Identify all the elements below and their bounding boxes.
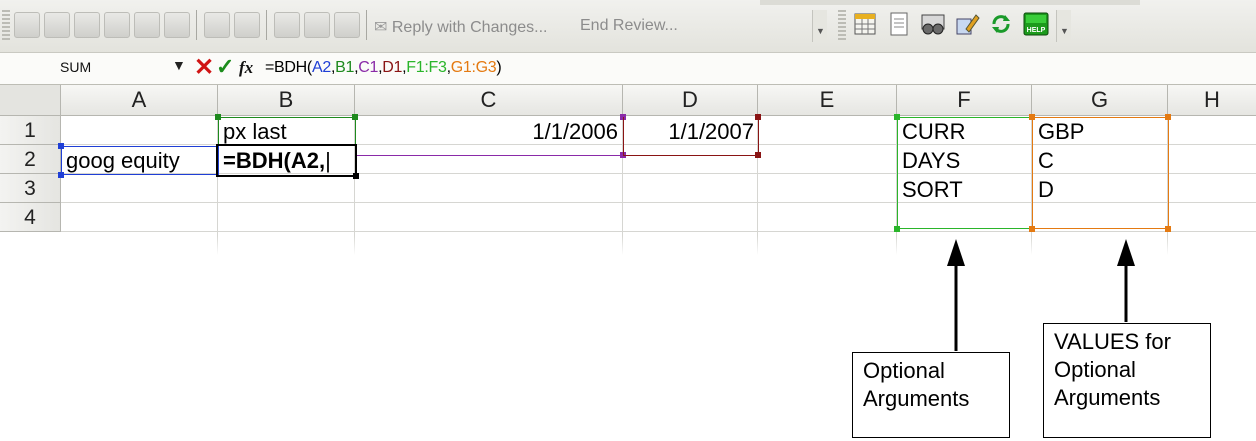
callout-values-optional-arguments: VALUES for Optional Arguments: [1043, 323, 1211, 438]
callout-text: Arguments: [1054, 385, 1161, 410]
callout-text: Arguments: [863, 386, 970, 411]
arrow-head-icon: [1117, 239, 1135, 266]
callout-text: VALUES for: [1054, 329, 1171, 354]
callout-optional-arguments: Optional Arguments: [852, 352, 1010, 438]
callout-text: Optional: [863, 358, 945, 383]
callout-text: Optional: [1054, 357, 1136, 382]
arrow-head-icon: [947, 239, 965, 266]
